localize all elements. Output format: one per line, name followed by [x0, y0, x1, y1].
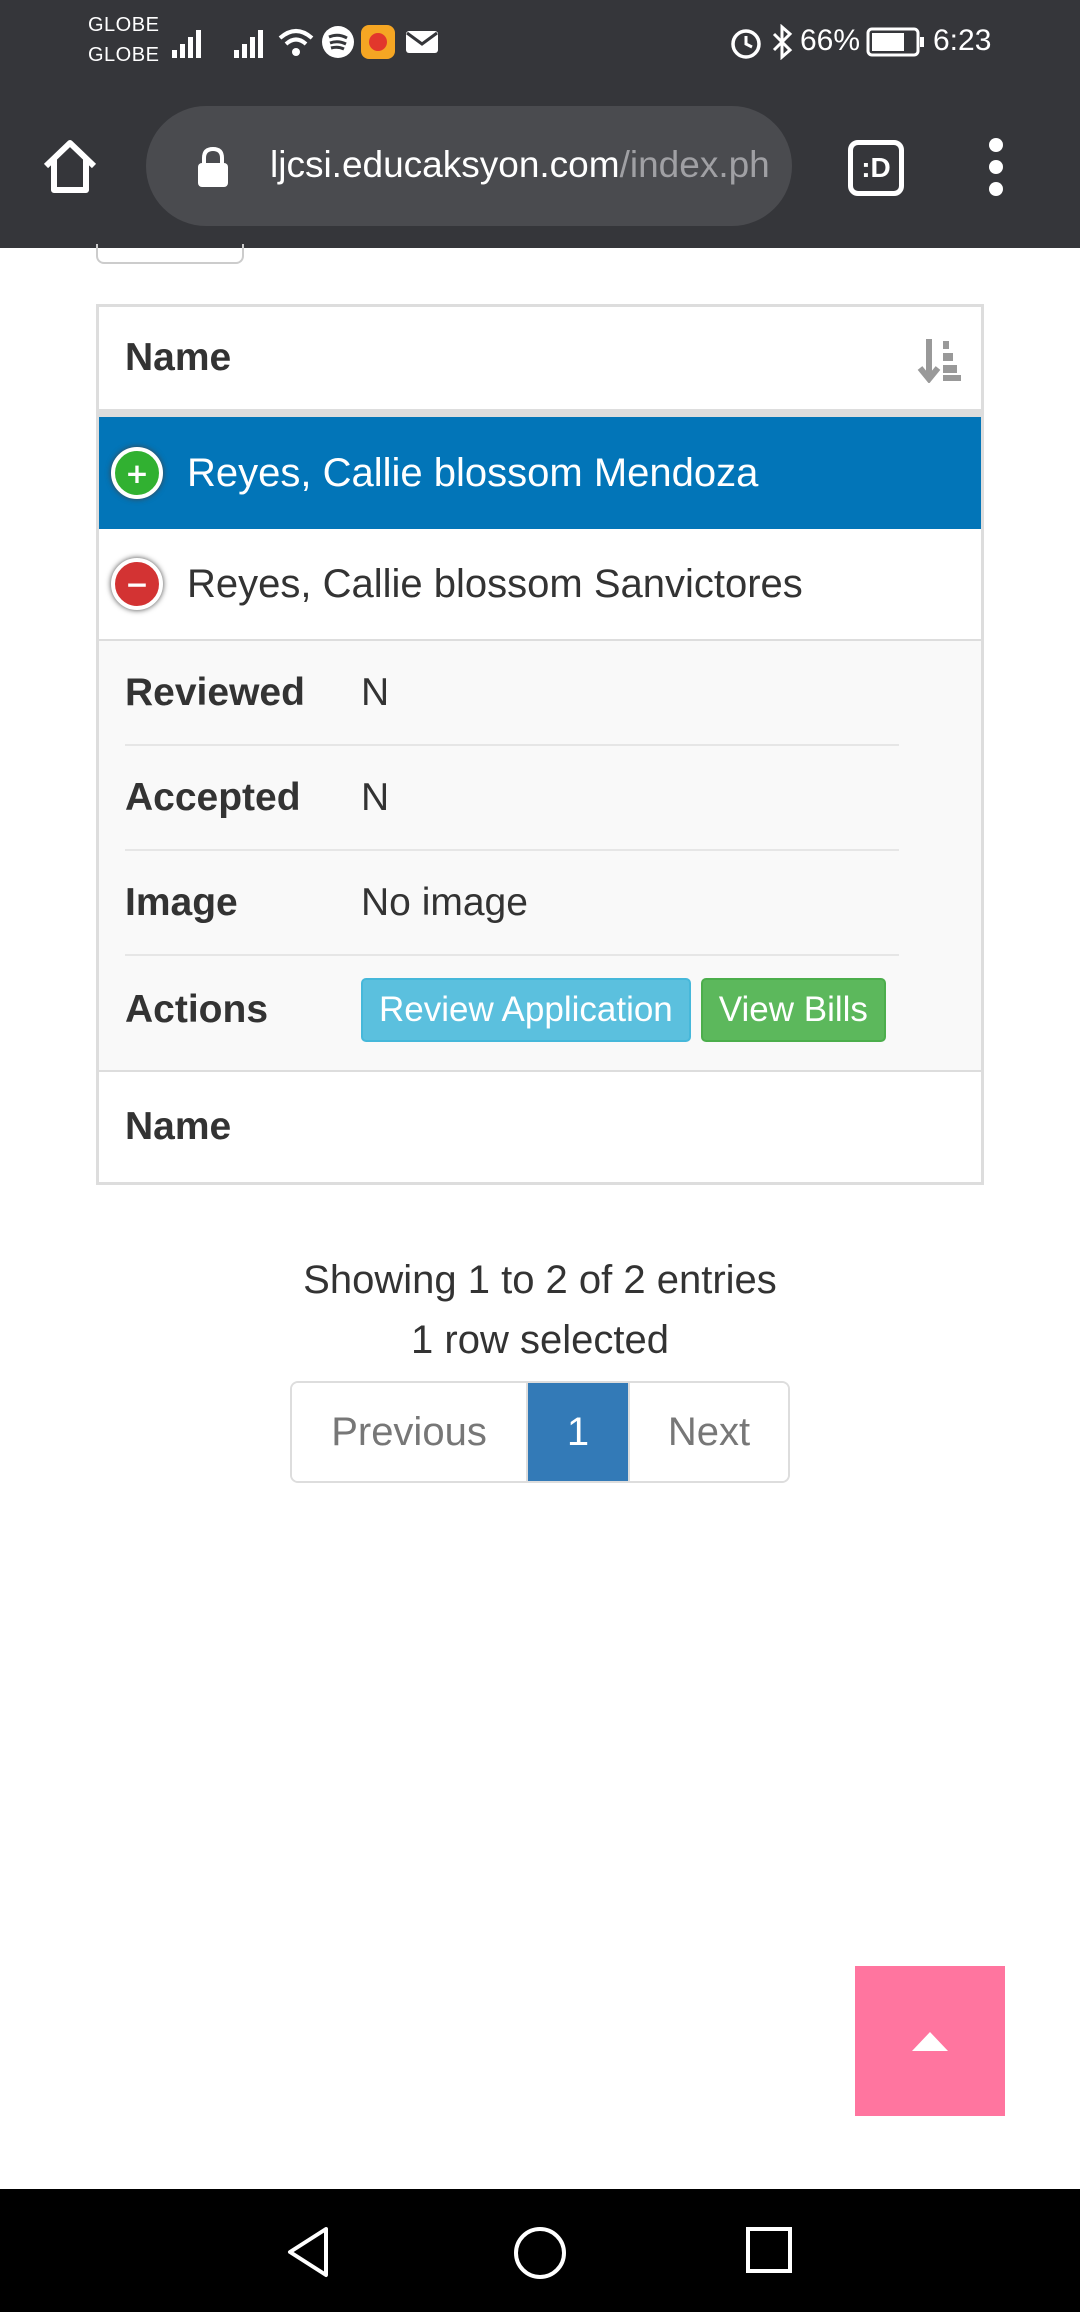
more-menu-icon[interactable] [984, 138, 1008, 198]
column-header-label: Name [125, 336, 232, 379]
selection-info: 1 row selected [411, 1318, 669, 1362]
review-application-button[interactable]: Review Application [361, 978, 691, 1042]
status-bar: GLOBE GLOBE 66% 6:23 [0, 0, 1080, 84]
table-info: Showing 1 to 2 of 2 entries [303, 1258, 777, 1302]
actions-group: Review Application View Bills [361, 978, 896, 1042]
system-nav-bar [0, 2189, 1080, 2312]
app-icon [361, 25, 395, 59]
detail-value: N [361, 670, 390, 714]
detail-row-actions: Actions Review Application View Bills [125, 956, 899, 1064]
next-page-button[interactable]: Next [628, 1383, 788, 1481]
table-footer-name: Name [99, 1072, 981, 1182]
clock: 6:23 [933, 24, 992, 57]
row-name: Reyes, Callie blossom Sanvictores [187, 561, 803, 606]
applications-table: Name + Reyes, Callie blossom Mendoza − R… [96, 304, 984, 1185]
detail-row-reviewed: Reviewed N [125, 641, 899, 746]
detail-value: N [361, 775, 390, 819]
home-icon[interactable] [38, 134, 102, 198]
battery-icon [866, 27, 924, 57]
wifi-icon [278, 29, 314, 56]
detail-row-image: Image No image [125, 851, 899, 956]
row-details: Reviewed N Accepted N Image No image Act… [99, 641, 981, 1072]
previous-page-button[interactable]: Previous [292, 1383, 528, 1481]
bluetooth-icon [772, 24, 793, 60]
detail-label: Accepted [125, 775, 301, 819]
column-footer-label: Name [125, 1105, 232, 1148]
sort-icon[interactable] [917, 337, 961, 383]
lock-icon [198, 146, 228, 187]
view-bills-button[interactable]: View Bills [700, 978, 886, 1042]
table-row[interactable]: + Reyes, Callie blossom Mendoza [99, 417, 981, 529]
detail-label: Actions [125, 988, 269, 1031]
pagination: Previous 1 Next [290, 1381, 790, 1483]
partial-button[interactable] [96, 244, 244, 264]
url-text: ljcsi.educaksyon.com/index.ph [270, 144, 770, 186]
tab-switcher-button[interactable]: :D [848, 140, 904, 196]
address-bar[interactable]: ljcsi.educaksyon.com/index.ph [146, 106, 792, 226]
detail-row-accepted: Accepted N [125, 746, 899, 851]
table-row[interactable]: − Reyes, Callie blossom Sanvictores [99, 529, 981, 641]
carrier-label: GLOBE [88, 44, 160, 66]
carrier-label: GLOBE [88, 14, 160, 36]
detail-label: Image [125, 880, 238, 924]
detail-value: No image [361, 880, 528, 924]
recents-icon[interactable] [744, 2225, 796, 2277]
alarm-icon [731, 29, 761, 59]
spotify-icon [322, 26, 354, 58]
signal-icon [172, 30, 201, 58]
scroll-to-top-button[interactable] [855, 1966, 1005, 2116]
battery-percent: 66% [800, 24, 861, 57]
collapse-control-icon[interactable]: + [111, 447, 163, 499]
home-nav-icon[interactable] [512, 2225, 568, 2281]
table-header-name[interactable]: Name [99, 307, 981, 417]
row-name: Reyes, Callie blossom Mendoza [187, 450, 759, 495]
page-1-button[interactable]: 1 [528, 1383, 628, 1481]
mail-icon [406, 31, 438, 53]
back-icon[interactable] [284, 2225, 334, 2279]
signal-icon [234, 30, 263, 58]
detail-label: Reviewed [125, 670, 305, 714]
url-path: /index.ph [619, 144, 770, 185]
url-host: ljcsi.educaksyon.com [270, 144, 620, 185]
expand-control-icon[interactable]: − [111, 558, 163, 610]
caret-up-icon [912, 2032, 948, 2051]
browser-toolbar: ljcsi.educaksyon.com/index.ph :D [0, 84, 1080, 248]
